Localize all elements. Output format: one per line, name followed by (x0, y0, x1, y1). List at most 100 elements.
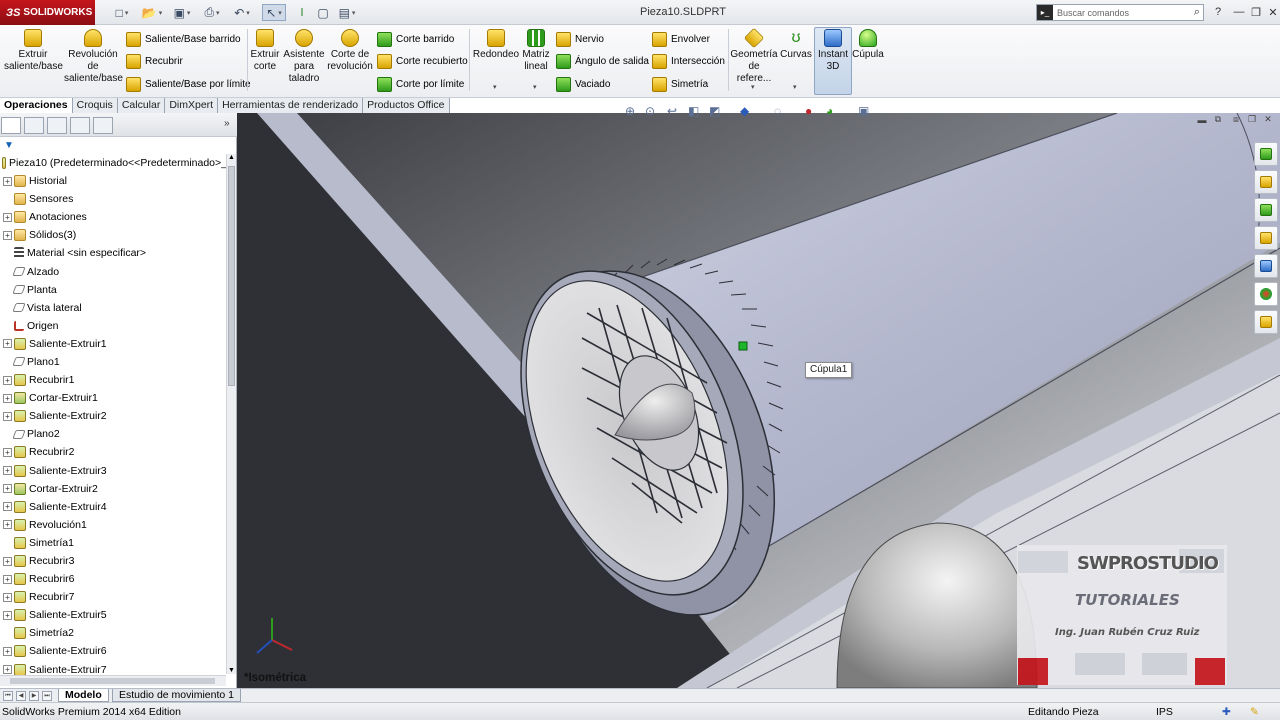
lofted-cut-button[interactable]: Corte recubierto (377, 52, 468, 70)
fillet-dropdown-icon[interactable]: ▾ (493, 83, 497, 91)
mirror-button[interactable]: Simetría (652, 75, 708, 93)
hole-wizard-button[interactable]: Asistente para taladro (283, 25, 325, 85)
expand-icon[interactable]: + (3, 665, 12, 675)
loft-button[interactable]: Recubrir (126, 52, 183, 70)
next-tab-icon[interactable]: ▶ (29, 691, 39, 701)
units-label[interactable]: IPS (1156, 706, 1173, 718)
help-icon[interactable]: ? (1209, 4, 1227, 20)
view-orientation-icon[interactable]: ◆ (740, 104, 754, 120)
tab-croquis[interactable]: Croquis (72, 98, 118, 113)
curves-button[interactable]: ʊ Curvas (780, 25, 812, 61)
dimxpert-manager-tab-icon[interactable] (70, 117, 90, 134)
prev-tab-icon[interactable]: ◀ (16, 691, 26, 701)
expand-icon[interactable]: + (3, 339, 12, 349)
revolved-cut-button[interactable]: Corte de revolución (327, 25, 373, 73)
tree-item[interactable]: + Recubrir2 (0, 443, 226, 461)
extrude-boss-button[interactable]: Extruir saliente/base (4, 25, 63, 73)
intersect-button[interactable]: Intersección (652, 52, 725, 70)
tree-item[interactable]: Simetría1 (0, 534, 226, 552)
tree-item[interactable]: + Saliente-Extruir2 (0, 407, 226, 425)
tree-item[interactable]: + Historial (0, 172, 226, 190)
tree-item[interactable]: Material <sin especificar> (0, 244, 226, 262)
tree-item[interactable]: + Saliente-Extruir6 (0, 642, 226, 660)
expand-icon[interactable]: + (3, 520, 12, 530)
expand-icon[interactable]: + (3, 230, 12, 240)
design-library-button[interactable] (1254, 170, 1278, 194)
tab-operaciones[interactable]: Operaciones (0, 98, 73, 113)
tab-calcular[interactable]: Calcular (117, 98, 166, 113)
expand-panel-icon[interactable]: » (224, 118, 230, 129)
expand-icon[interactable]: + (3, 411, 12, 421)
scroll-h-thumb[interactable] (10, 678, 215, 684)
swept-boss-button[interactable]: Saliente/Base barrido (126, 30, 241, 48)
expand-icon[interactable]: + (3, 447, 12, 457)
expand-icon[interactable]: + (3, 610, 12, 620)
linear-pattern-button[interactable]: Matriz lineal (520, 25, 552, 73)
first-tab-icon[interactable]: ⏮ (3, 691, 13, 701)
tab-herramientas-renderizado[interactable]: Herramientas de renderizado (218, 98, 364, 113)
draft-button[interactable]: Ángulo de salida (556, 52, 649, 70)
custom-properties-button[interactable] (1254, 254, 1278, 278)
wrap-button[interactable]: Envolver (652, 30, 710, 48)
custom-properties-2-button[interactable] (1254, 310, 1278, 334)
property-manager-tab-icon[interactable] (24, 117, 44, 134)
dome-button[interactable]: Cúpula (852, 25, 884, 61)
tree-item[interactable]: + Saliente-Extruir1 (0, 335, 226, 353)
open-folder-icon[interactable]: 📂 ▾ (142, 4, 162, 21)
expand-icon[interactable]: + (3, 212, 12, 222)
expand-icon[interactable]: + (3, 393, 12, 403)
tree-item[interactable]: + Sólidos(3) (0, 226, 226, 244)
viewport-tile-icon[interactable]: ⧉ (1211, 113, 1225, 126)
expand-icon[interactable]: + (3, 484, 12, 494)
shell-button[interactable]: Vaciado (556, 75, 610, 93)
tree-item[interactable]: Planta (0, 281, 226, 299)
expand-icon[interactable]: + (3, 502, 12, 512)
view-palette-button[interactable] (1254, 226, 1278, 250)
rebuild-status-icon[interactable]: ✚ (1222, 706, 1231, 718)
instant3d-button[interactable]: Instant 3D (815, 25, 851, 73)
minimize-icon[interactable]: — (1230, 4, 1248, 20)
viewport-minimize-icon[interactable]: ▬ (1195, 113, 1209, 126)
tree-vertical-scrollbar[interactable]: ▲ ▼ (226, 154, 236, 674)
options-icon[interactable]: ▢ (315, 4, 331, 21)
tree-item[interactable]: + Saliente-Extruir3 (0, 462, 226, 480)
traffic-light-icon[interactable]: ⏽ (296, 4, 308, 21)
search-commands-input[interactable]: ▸_ Buscar comandos ⌕ (1036, 4, 1204, 21)
tree-item[interactable]: + Anotaciones (0, 208, 226, 226)
display-manager-tab-icon[interactable] (93, 117, 113, 134)
tab-dimxpert[interactable]: DimXpert (165, 98, 219, 113)
restore-icon[interactable]: ❐ (1247, 4, 1265, 20)
swept-cut-button[interactable]: Corte barrido (377, 30, 454, 48)
save-icon[interactable]: ▣ ▾ (172, 4, 192, 21)
tree-item[interactable]: + Recubrir3 (0, 552, 226, 570)
boundary-boss-button[interactable]: Saliente/Base por límite (126, 75, 251, 93)
boundary-cut-button[interactable]: Corte por límite (377, 75, 464, 93)
undo-icon[interactable]: ↶ ▾ (232, 4, 252, 21)
apply-scene-icon[interactable]: ◕ (826, 104, 840, 120)
graphics-area[interactable]: SWPROSTUDIO TUTORIALES Ing. Juan Rubén C… (237, 113, 1280, 688)
close-icon[interactable]: ✕ (1264, 4, 1280, 20)
view-settings-icon[interactable]: ▣ (858, 104, 872, 120)
tree-item[interactable]: + Recubrir6 (0, 570, 226, 588)
expand-icon[interactable]: + (3, 176, 12, 186)
curves-dropdown-icon[interactable]: ▾ (793, 83, 797, 91)
scroll-down-icon[interactable]: ▼ (228, 667, 235, 674)
display-style-icon[interactable]: ◌ (774, 104, 788, 120)
filter-icon[interactable]: ▼ (4, 140, 14, 151)
tree-item[interactable]: + Saliente-Extruir4 (0, 498, 226, 516)
new-document-icon[interactable]: □ ▾ (112, 4, 132, 21)
select-pointer-icon[interactable]: ↖ ▾ (262, 4, 286, 21)
scroll-thumb[interactable] (228, 166, 235, 386)
revolve-boss-button[interactable]: Revolución de saliente/base (64, 25, 123, 85)
feature-manager-tab-icon[interactable] (1, 117, 21, 134)
expand-icon[interactable]: + (3, 466, 12, 476)
tree-item[interactable]: Alzado (0, 262, 226, 280)
tree-item[interactable]: Plano2 (0, 425, 226, 443)
last-tab-icon[interactable]: ⏭ (42, 691, 52, 701)
tree-item[interactable]: Plano1 (0, 353, 226, 371)
expand-icon[interactable]: + (3, 556, 12, 566)
scroll-up-icon[interactable]: ▲ (228, 154, 235, 161)
tree-item[interactable]: + Recubrir1 (0, 371, 226, 389)
viewport-split-icon[interactable]: ⧈ (1229, 113, 1243, 126)
extruded-cut-button[interactable]: Extruir corte (249, 25, 281, 73)
